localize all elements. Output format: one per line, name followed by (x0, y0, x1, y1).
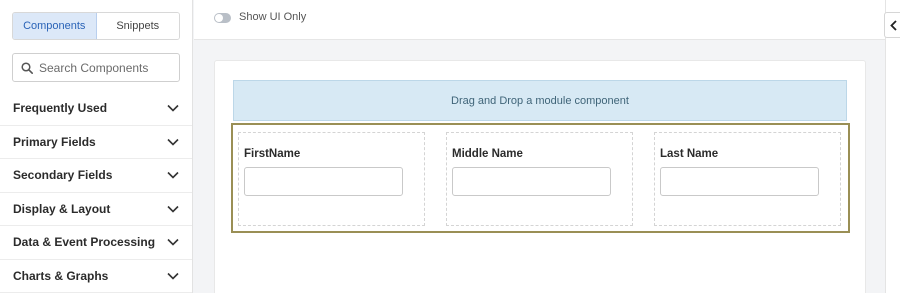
chevron-down-icon (167, 105, 179, 112)
chevron-down-icon (167, 138, 179, 146)
last-name-field[interactable] (660, 167, 819, 196)
category-display-layout[interactable]: Display & Layout (0, 193, 192, 226)
tab-components[interactable]: Components (13, 13, 97, 39)
category-primary-fields[interactable]: Primary Fields (0, 126, 192, 159)
show-ui-only-label: Show UI Only (239, 11, 307, 23)
module-dropzone[interactable]: Drag and Drop a module component (233, 80, 847, 121)
middle-name-field[interactable] (452, 167, 611, 196)
middle-name-column[interactable]: Middle Name (446, 132, 633, 226)
form-row[interactable]: FirstName Middle Name Last Name (231, 123, 850, 233)
first-name-field[interactable] (244, 167, 403, 196)
chevron-down-icon (167, 172, 179, 179)
category-list: Frequently Used Primary Fields Secondary… (0, 92, 192, 293)
last-name-label: Last Name (660, 148, 719, 160)
show-ui-only-toggle[interactable] (214, 13, 231, 23)
category-secondary-fields[interactable]: Secondary Fields (0, 159, 192, 193)
tab-snippets[interactable]: Snippets (96, 13, 179, 39)
category-label: Display & Layout (13, 201, 111, 216)
category-label: Data & Event Processing (13, 235, 156, 250)
component-sidebar: Components Snippets Frequently Used Prim… (0, 0, 193, 293)
category-label: Frequently Used (13, 101, 108, 116)
first-name-label: FirstName (244, 148, 301, 160)
top-toolbar: Show UI Only (194, 0, 900, 40)
category-label: Charts & Graphs (13, 268, 109, 283)
chevron-down-icon (167, 272, 179, 280)
search-input[interactable] (39, 60, 169, 75)
search-icon (21, 61, 33, 74)
search-box[interactable] (12, 53, 180, 82)
last-name-column[interactable]: Last Name (654, 132, 841, 226)
first-name-column[interactable]: FirstName (238, 132, 425, 226)
chevron-down-icon (167, 205, 179, 213)
collapse-panel-button[interactable] (884, 12, 900, 38)
middle-name-label: Middle Name (452, 148, 523, 160)
chevron-left-icon (889, 19, 897, 31)
category-frequently-used[interactable]: Frequently Used (0, 92, 192, 126)
category-label: Primary Fields (13, 134, 96, 149)
category-label: Secondary Fields (13, 168, 113, 183)
category-charts-graphs[interactable]: Charts & Graphs (0, 260, 192, 293)
category-data-event-processing[interactable]: Data & Event Processing (0, 226, 192, 260)
sidebar-tabs: Components Snippets (12, 12, 180, 40)
chevron-down-icon (167, 239, 179, 246)
right-panel-rail (885, 0, 900, 293)
